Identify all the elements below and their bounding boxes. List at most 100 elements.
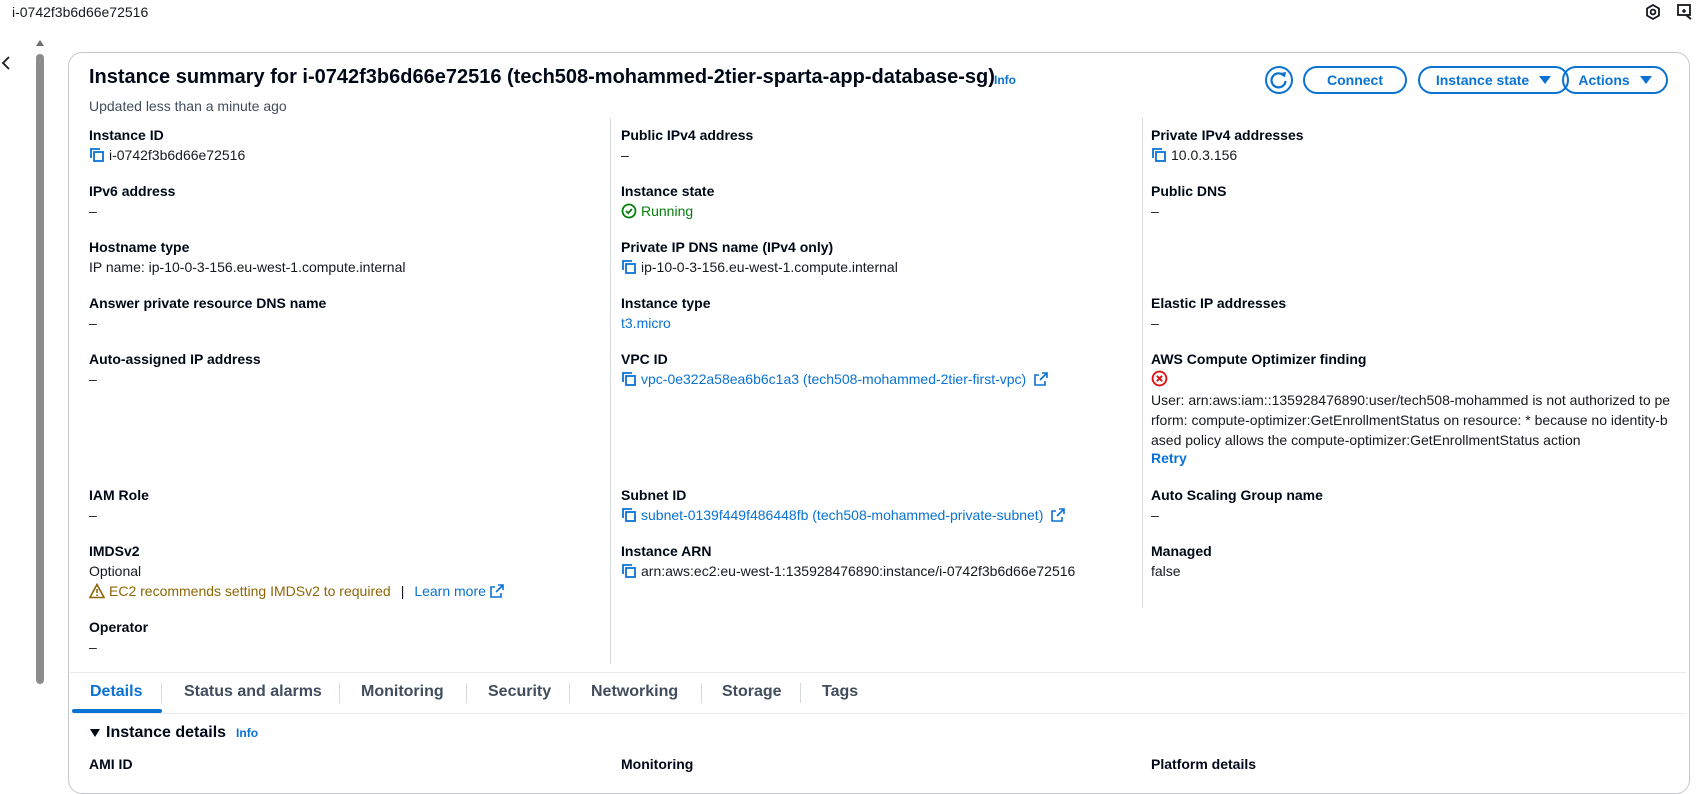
open-in-window-icon[interactable]	[1676, 3, 1694, 21]
field-operator: Operator –	[89, 618, 148, 656]
tab-networking[interactable]: Networking	[591, 683, 678, 701]
platform-details-label: Platform details	[1151, 756, 1257, 772]
external-link-icon[interactable]	[1051, 508, 1066, 522]
copy-icon[interactable]	[621, 563, 637, 579]
field-subnet-id: Subnet ID subnet-0139f449f486448fb (tech…	[621, 486, 1066, 524]
field-answer-dns: Answer private resource DNS name –	[89, 294, 326, 332]
tab-separator	[161, 683, 162, 703]
status-running: Running	[641, 203, 694, 219]
learn-more-link[interactable]: Learn more	[414, 582, 504, 600]
field-hostname-type: Hostname type IP name: ip-10-0-3-156.eu-…	[89, 238, 405, 276]
external-link-icon[interactable]	[1034, 372, 1049, 386]
tab-storage[interactable]: Storage	[722, 683, 782, 701]
warning-icon	[89, 583, 105, 599]
field-label: Private IP DNS name (IPv4 only)	[621, 239, 834, 255]
field-value: –	[1151, 507, 1159, 523]
field-label: VPC ID	[621, 351, 668, 367]
field-auto-ip: Auto-assigned IP address –	[89, 350, 261, 388]
field-label: Instance type	[621, 295, 711, 311]
field-label: Instance ID	[89, 127, 164, 143]
copy-icon[interactable]	[1151, 147, 1167, 163]
field-value: –	[89, 507, 97, 523]
tab-separator	[466, 683, 467, 703]
field-value: Optional	[89, 563, 142, 579]
caret-down-icon	[1639, 76, 1652, 84]
field-managed: Managed false	[1151, 542, 1212, 580]
connect-button[interactable]: Connect	[1303, 66, 1407, 94]
instance-state-button-label: Instance state	[1435, 72, 1530, 88]
field-label: Private IPv4 addresses	[1151, 127, 1304, 143]
tab-separator	[701, 683, 702, 703]
tab-monitoring[interactable]: Monitoring	[361, 683, 444, 701]
field-value: –	[1151, 315, 1159, 331]
field-elastic-ip: Elastic IP addresses –	[1151, 294, 1286, 332]
field-label: Instance ARN	[621, 543, 712, 559]
field-label: Managed	[1151, 543, 1212, 559]
field-value: –	[89, 203, 97, 219]
instance-type-link[interactable]: t3.micro	[621, 314, 671, 332]
field-label: Subnet ID	[621, 487, 687, 503]
top-bar: i-0742f3b6d66e72516	[0, 0, 1701, 26]
copy-icon[interactable]	[621, 371, 637, 387]
field-public-ipv4: Public IPv4 address –	[621, 126, 753, 164]
field-value: 10.0.3.156	[1171, 147, 1238, 163]
field-value: –	[1151, 203, 1159, 219]
active-tab-indicator	[72, 709, 162, 713]
field-value: ip-10-0-3-156.eu-west-1.compute.internal	[641, 259, 898, 275]
section-title: Instance details	[106, 724, 227, 741]
refresh-button[interactable]	[1265, 66, 1293, 94]
tab-status-and-alarms[interactable]: Status and alarms	[184, 683, 322, 701]
tab-separator	[339, 683, 340, 703]
field-label: Auto-assigned IP address	[89, 351, 261, 367]
refresh-icon	[1270, 72, 1287, 89]
actions-button[interactable]: Actions	[1562, 66, 1668, 94]
copy-icon[interactable]	[89, 147, 105, 163]
expand-caret-icon	[90, 729, 100, 737]
field-label: AWS Compute Optimizer finding	[1151, 351, 1367, 367]
retry-link[interactable]: Retry	[1151, 450, 1187, 466]
scroll-thumb[interactable]	[36, 54, 44, 684]
field-label: IAM Role	[89, 487, 149, 503]
field-value: –	[89, 371, 97, 387]
field-ipv6: IPv6 address –	[89, 182, 175, 220]
instance-details-header[interactable]: Instance details Info	[90, 724, 258, 742]
tab-security[interactable]: Security	[488, 683, 551, 701]
field-iam-role: IAM Role –	[89, 486, 149, 524]
field-label: IMDSv2	[89, 543, 140, 559]
scroll-up-arrow-icon[interactable]	[36, 40, 44, 46]
vpc-id-link[interactable]: vpc-0e322a58ea6b6c1a3 (tech508-mohammed-…	[641, 370, 1026, 388]
field-label: Hostname type	[89, 239, 190, 255]
updated-text: Updated less than a minute ago	[89, 98, 287, 114]
page-title: Instance summary for i-0742f3b6d66e72516…	[89, 66, 995, 88]
field-value: –	[89, 639, 97, 655]
field-label: Instance state	[621, 183, 715, 199]
tab-tags[interactable]: Tags	[822, 683, 858, 701]
imdsv2-warning-text: EC2 recommends setting IMDSv2 to require…	[109, 583, 391, 599]
details-info-link[interactable]: Info	[236, 726, 258, 740]
settings-hex-icon[interactable]	[1644, 3, 1662, 21]
subnet-id-link[interactable]: subnet-0139f449f486448fb (tech508-mohamm…	[641, 506, 1043, 524]
summary-info-link[interactable]: Info	[994, 73, 1016, 87]
field-instance-id: Instance ID i-0742f3b6d66e72516	[89, 126, 245, 164]
field-instance-state: Instance state Running	[621, 182, 714, 220]
actions-button-label: Actions	[1578, 72, 1630, 88]
monitoring-label: Monitoring	[621, 756, 694, 772]
compute-optimizer-error-message: User: arn:aws:iam::135928476890:user/tec…	[1151, 392, 1671, 448]
field-label: Elastic IP addresses	[1151, 295, 1287, 311]
field-instance-type: Instance type t3.micro	[621, 294, 710, 332]
collapse-panel-chevron-icon[interactable]	[0, 54, 14, 72]
tab-details[interactable]: Details	[90, 683, 142, 701]
column-divider	[610, 118, 611, 664]
vertical-scrollbar[interactable]	[36, 40, 45, 774]
field-private-ipv4: Private IPv4 addresses 10.0.3.156	[1151, 126, 1304, 164]
field-asg-name: Auto Scaling Group name –	[1151, 486, 1323, 524]
field-value: false	[1151, 563, 1181, 579]
field-compute-optimizer: AWS Compute Optimizer finding	[1151, 350, 1366, 387]
copy-icon[interactable]	[621, 259, 637, 275]
field-label: Operator	[89, 619, 149, 635]
field-label: Auto Scaling Group name	[1151, 487, 1323, 503]
field-instance-arn: Instance ARN arn:aws:ec2:eu-west-1:13592…	[621, 542, 1075, 580]
copy-icon[interactable]	[621, 507, 637, 523]
field-label: Public IPv4 address	[621, 127, 754, 143]
instance-state-button[interactable]: Instance state	[1418, 66, 1569, 94]
